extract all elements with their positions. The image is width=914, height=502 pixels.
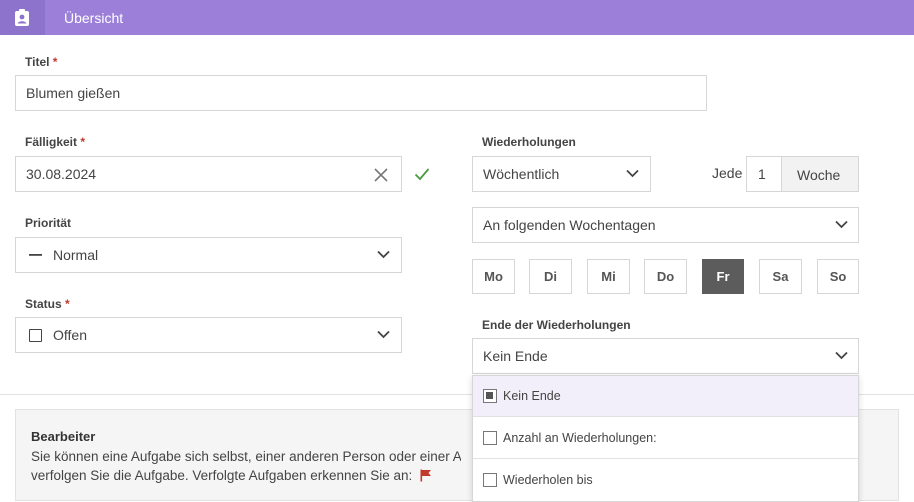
minus-icon — [29, 254, 42, 256]
recurrence-end-label: Ende der Wiederholungen — [482, 318, 631, 332]
priority-select[interactable]: Normal — [15, 237, 402, 273]
option-label: Wiederholen bis — [503, 473, 593, 487]
weekday-fr[interactable]: Fr — [702, 259, 744, 294]
header-bar: Übersicht — [0, 0, 914, 35]
title-label: Titel * — [25, 55, 58, 69]
recurrence-end-dropdown: Kein Ende Anzahl an Wiederholungen: Wied… — [472, 375, 859, 502]
weekday-mo[interactable]: Mo — [472, 259, 515, 294]
weekday-do[interactable]: Do — [644, 259, 687, 294]
interval-unit-label: Woche — [797, 167, 841, 183]
priority-value: Normal — [53, 247, 99, 263]
chevron-down-icon — [377, 330, 390, 339]
assignee-text-line-2: verfolgen Sie die Aufgabe. Verfolgte Auf… — [31, 466, 461, 485]
checkbox-outline-icon — [29, 329, 42, 342]
weekday-di[interactable]: Di — [529, 259, 572, 294]
option-label: Kein Ende — [503, 389, 561, 403]
checkbox-checked-icon — [483, 389, 497, 403]
option-label: Anzahl an Wiederholungen: — [503, 431, 657, 445]
weekday-so[interactable]: So — [817, 259, 859, 294]
due-date-input[interactable]: 30.08.2024 — [15, 156, 402, 192]
chevron-down-icon — [626, 169, 639, 178]
interval-unit: Woche — [781, 156, 859, 192]
clear-icon[interactable] — [373, 167, 389, 183]
status-value: Offen — [53, 327, 87, 343]
recurrence-label: Wiederholungen — [482, 135, 576, 149]
every-label: Jede — [712, 165, 743, 181]
clipboard-account-icon — [15, 9, 29, 26]
header-icon-box[interactable] — [0, 0, 45, 35]
page-title: Übersicht — [64, 10, 124, 26]
recurrence-mode-value: An folgenden Wochentagen — [483, 217, 656, 233]
chevron-down-icon — [835, 351, 848, 360]
due-date-label: Fälligkeit * — [25, 135, 86, 149]
weekday-mi[interactable]: Mi — [587, 259, 630, 294]
interval-input[interactable]: 1 — [746, 156, 782, 192]
recurrence-end-select[interactable]: Kein Ende — [472, 338, 859, 374]
option-wiederholen-bis[interactable]: Wiederholen bis — [473, 460, 858, 501]
due-date-value: 30.08.2024 — [26, 166, 97, 182]
status-label: Status * — [25, 297, 70, 311]
assignee-text-line-1: Sie können eine Aufgabe sich selbst, ein… — [31, 449, 461, 464]
checkbox-outline-icon — [483, 473, 497, 487]
checkbox-outline-icon — [483, 431, 497, 445]
weekday-sa[interactable]: Sa — [759, 259, 802, 294]
option-anzahl[interactable]: Anzahl an Wiederholungen: — [473, 418, 858, 459]
title-input[interactable]: Blumen gießen — [15, 75, 707, 111]
recurrence-mode-select[interactable]: An folgenden Wochentagen — [472, 207, 859, 243]
recurrence-end-value: Kein Ende — [483, 348, 548, 364]
title-input-value: Blumen gießen — [26, 85, 121, 101]
assignee-title: Bearbeiter — [31, 429, 96, 444]
status-select[interactable]: Offen — [15, 317, 402, 353]
priority-label: Priorität — [25, 216, 72, 230]
chevron-down-icon — [377, 250, 390, 259]
chevron-down-icon — [835, 220, 848, 229]
recurrence-frequency-value: Wöchentlich — [483, 166, 560, 182]
option-kein-ende[interactable]: Kein Ende — [473, 376, 858, 417]
recurrence-frequency-select[interactable]: Wöchentlich — [472, 156, 651, 192]
flag-icon — [420, 469, 432, 482]
checkmark-icon — [414, 168, 430, 181]
interval-value: 1 — [758, 166, 766, 182]
assignee-description: Sie können eine Aufgabe sich selbst, ein… — [31, 447, 461, 485]
